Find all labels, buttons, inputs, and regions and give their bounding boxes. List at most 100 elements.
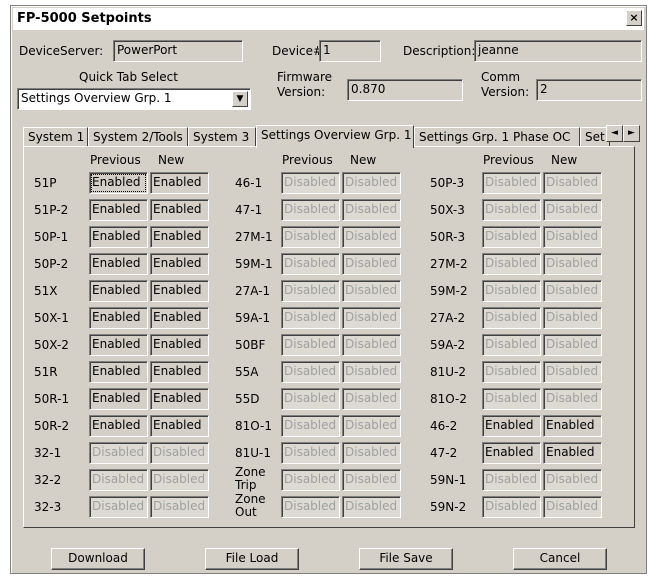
setting-previous-value[interactable]: Disabled [89,442,148,464]
setting-new-value[interactable]: Disabled [543,226,602,248]
quick-tab-select[interactable]: Settings Overview Grp. 1 ▼ [17,88,251,110]
setting-previous-value[interactable]: Disabled [482,226,541,248]
setting-new-value[interactable]: Enabled [150,361,209,383]
setting-new-value[interactable]: Disabled [342,307,401,329]
setting-previous-value[interactable]: Disabled [281,361,340,383]
setting-new-value[interactable]: Disabled [342,442,401,464]
setting-new-value[interactable]: Disabled [342,361,401,383]
setting-previous-value[interactable]: Enabled [482,415,541,437]
column-header-previous: Previous [483,153,534,167]
tab-system-2-tools[interactable]: System 2/Tools [88,127,188,147]
setting-new-value[interactable]: Enabled [150,199,209,221]
setting-new-value[interactable]: Disabled [543,172,602,194]
setting-previous-value[interactable]: Disabled [281,199,340,221]
setting-previous-value[interactable]: Disabled [281,415,340,437]
setting-previous-value[interactable]: Enabled [89,253,148,275]
setting-new-value[interactable]: Disabled [342,280,401,302]
column-header-previous: Previous [90,153,141,167]
setting-new-value[interactable]: Disabled [543,253,602,275]
setting-row-label: 59M-1 [235,257,273,271]
setting-previous-value[interactable]: Disabled [281,172,340,194]
setting-previous-value[interactable]: Enabled [89,307,148,329]
setting-new-value[interactable]: Enabled [543,415,602,437]
setting-previous-value[interactable]: Enabled [89,334,148,356]
setting-new-value[interactable]: Enabled [150,307,209,329]
setting-previous-value[interactable]: Enabled [89,199,148,221]
setting-previous-value[interactable]: Disabled [89,469,148,491]
setting-new-value[interactable]: Enabled [150,253,209,275]
setting-row-label: 59A-2 [430,338,466,352]
setting-new-value[interactable]: Disabled [342,253,401,275]
setting-previous-value[interactable]: Disabled [482,253,541,275]
setting-previous-value[interactable]: Disabled [281,388,340,410]
download-button[interactable]: Download [51,548,145,570]
setting-previous-value[interactable]: Disabled [281,307,340,329]
setting-new-value[interactable]: Disabled [543,334,602,356]
setting-new-value[interactable]: Enabled [150,415,209,437]
setting-new-value[interactable]: Disabled [342,199,401,221]
tab-settings-overview-grp-1[interactable]: Settings Overview Grp. 1 [256,125,414,148]
setting-previous-value[interactable]: Disabled [281,226,340,248]
setting-new-value[interactable]: Enabled [150,280,209,302]
setting-new-value[interactable]: Enabled [150,172,209,194]
setting-previous-value[interactable]: Disabled [482,199,541,221]
tab-system-3[interactable]: System 3 [188,127,256,147]
setting-new-value[interactable]: Disabled [342,226,401,248]
setting-previous-value[interactable]: Disabled [482,469,541,491]
cancel-button[interactable]: Cancel [513,548,607,570]
setting-new-value[interactable]: Disabled [342,496,401,518]
setting-new-value[interactable]: Disabled [342,334,401,356]
setting-new-value[interactable]: Disabled [543,496,602,518]
setting-new-value[interactable]: Disabled [342,172,401,194]
file-save-button[interactable]: File Save [359,548,453,570]
setting-previous-value[interactable]: Disabled [281,469,340,491]
setting-previous-value[interactable]: Disabled [482,361,541,383]
setting-new-value[interactable]: Enabled [150,388,209,410]
setting-previous-value[interactable]: Disabled [482,280,541,302]
file-load-button[interactable]: File Load [205,548,299,570]
tab-scroll-left-icon[interactable]: ◄ [606,125,623,142]
setting-previous-value[interactable]: Enabled [482,442,541,464]
tab-scroll-right-icon[interactable]: ► [623,125,640,142]
tab-settings-grp-1-phase-oc[interactable]: Settings Grp. 1 Phase OC [414,127,580,147]
setting-new-value[interactable]: Disabled [342,415,401,437]
setting-previous-value[interactable]: Disabled [281,280,340,302]
setting-previous-value[interactable]: Disabled [281,334,340,356]
setting-previous-value[interactable]: Enabled [89,361,148,383]
setting-new-value[interactable]: Disabled [543,361,602,383]
setting-previous-value[interactable]: Enabled [89,226,148,248]
setting-previous-value[interactable]: Disabled [482,172,541,194]
setting-new-value[interactable]: Disabled [150,469,209,491]
setting-new-value[interactable]: Enabled [150,334,209,356]
close-icon[interactable]: × [626,10,642,26]
setting-previous-value[interactable]: Enabled [89,388,148,410]
setting-row-label: 50R-2 [34,419,70,433]
setting-previous-value[interactable]: Enabled [89,280,148,302]
setting-previous-value[interactable]: Enabled [89,172,148,194]
setting-row-label: 32-3 [34,500,62,514]
setting-previous-value[interactable]: Disabled [482,334,541,356]
setting-row-label: 51R [34,365,58,379]
chevron-down-icon[interactable]: ▼ [232,91,248,107]
setting-new-value[interactable]: Disabled [342,388,401,410]
setting-new-value[interactable]: Disabled [150,442,209,464]
setting-new-value[interactable]: Disabled [543,280,602,302]
setting-previous-value[interactable]: Enabled [89,415,148,437]
setting-new-value[interactable]: Enabled [150,226,209,248]
setting-new-value[interactable]: Disabled [543,469,602,491]
setting-row-label: 46-1 [235,176,263,190]
setting-new-value[interactable]: Disabled [543,388,602,410]
setting-new-value[interactable]: Disabled [342,469,401,491]
setting-previous-value[interactable]: Disabled [281,496,340,518]
setting-previous-value[interactable]: Disabled [281,253,340,275]
setting-previous-value[interactable]: Disabled [281,442,340,464]
setting-new-value[interactable]: Disabled [543,307,602,329]
setting-new-value[interactable]: Enabled [543,442,602,464]
setting-previous-value[interactable]: Disabled [482,307,541,329]
setting-previous-value[interactable]: Disabled [89,496,148,518]
setting-new-value[interactable]: Disabled [543,199,602,221]
setting-previous-value[interactable]: Disabled [482,388,541,410]
setting-new-value[interactable]: Disabled [150,496,209,518]
setting-previous-value[interactable]: Disabled [482,496,541,518]
tab-system-1[interactable]: System 1 [23,127,88,147]
